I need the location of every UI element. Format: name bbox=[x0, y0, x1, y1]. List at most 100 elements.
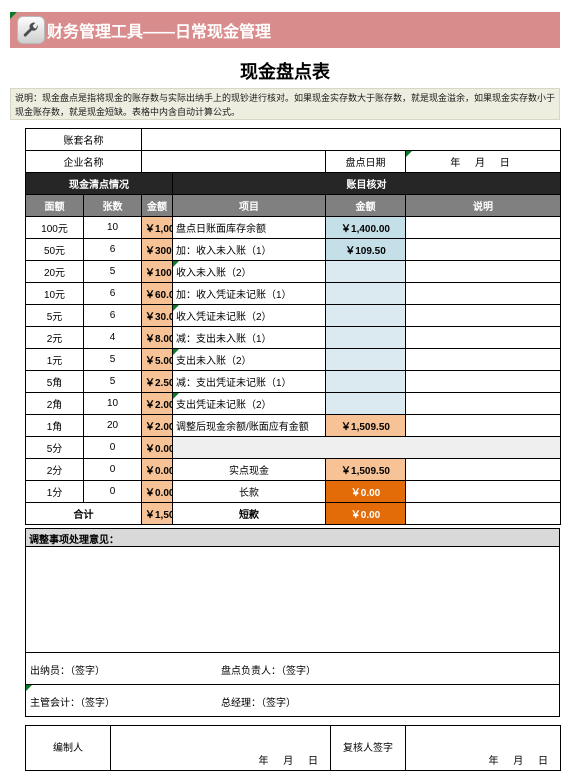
cash-inventory-page: 财务管理工具——日常现金管理 现金盘点表 说明：现金盘点是指将现金的账存数与实际… bbox=[0, 0, 570, 782]
cell-count[interactable]: 5 bbox=[83, 348, 142, 371]
cell-remark[interactable] bbox=[405, 282, 561, 305]
cell-item: 减：支出凭证未记账（1） bbox=[172, 370, 326, 393]
cell-denomination: 1元 bbox=[25, 348, 84, 371]
cell-amount2[interactable]: ￥1,509.50 bbox=[325, 458, 406, 481]
account-set-value[interactable] bbox=[141, 128, 561, 151]
cell-count[interactable]: 6 bbox=[83, 238, 142, 261]
total-amount2[interactable]: ￥0.00 bbox=[325, 502, 406, 525]
general-manager-signature[interactable]: 总经理：（签字） bbox=[221, 694, 296, 709]
col-header-amount: 金额 bbox=[141, 194, 173, 217]
cell-amount2[interactable] bbox=[325, 304, 406, 327]
cell-denomination: 2元 bbox=[25, 326, 84, 349]
row-column-headers: 面额 张数 金额 项目 金额 说明 bbox=[25, 194, 561, 217]
cell-remark[interactable] bbox=[405, 414, 561, 437]
table-row: 5元6￥30.00收入凭证未记账（2） bbox=[25, 304, 561, 327]
reviewer-label: 复核人签字 bbox=[330, 725, 406, 771]
adjustment-textarea[interactable] bbox=[25, 546, 560, 653]
cell-amount: ￥2.00 bbox=[141, 392, 173, 415]
cell-amount: ￥2.50 bbox=[141, 370, 173, 393]
cell-amount: ￥5.00 bbox=[141, 348, 173, 371]
cell-denomination: 1分 bbox=[25, 480, 84, 503]
total-amount: ￥1,509.50 bbox=[141, 502, 173, 525]
cell-amount: ￥300.00 bbox=[141, 238, 173, 261]
cell-amount2[interactable] bbox=[325, 282, 406, 305]
cell-amount2[interactable] bbox=[325, 370, 406, 393]
cell-remark[interactable] bbox=[405, 348, 561, 371]
preparer-label: 编制人 bbox=[25, 725, 111, 771]
cell-denomination: 2角 bbox=[25, 392, 84, 415]
cell-amount2[interactable] bbox=[325, 260, 406, 283]
cell-count[interactable]: 6 bbox=[83, 304, 142, 327]
cell-amount2[interactable] bbox=[325, 392, 406, 415]
banner-title: 财务管理工具——日常现金管理 bbox=[47, 24, 272, 41]
cell-item: 调整后现金余额/账面应有金额 bbox=[172, 414, 326, 437]
cell-remark[interactable] bbox=[405, 216, 561, 239]
cell-item: 收入未入账（2） bbox=[172, 260, 326, 283]
cell-count[interactable]: 20 bbox=[83, 414, 142, 437]
inventory-date-value[interactable]: 年 月 日 bbox=[405, 150, 561, 173]
cell-amount: ￥2.00 bbox=[141, 414, 173, 437]
comment-triangle-icon bbox=[26, 685, 32, 691]
cell-amount: ￥30.00 bbox=[141, 304, 173, 327]
cell-amount2[interactable] bbox=[325, 348, 406, 371]
chief-accountant-signature[interactable]: 主管会计：（签字） bbox=[30, 694, 115, 709]
group-header-right: 账目核对 bbox=[172, 172, 561, 195]
cell-item: 收入凭证未记账（2） bbox=[172, 304, 326, 327]
cell-remark[interactable] bbox=[405, 238, 561, 261]
cell-count[interactable]: 0 bbox=[83, 436, 142, 459]
cashier-signature[interactable]: 出纳员：（签字） bbox=[30, 662, 105, 677]
total-label: 合计 bbox=[25, 502, 142, 525]
total-remark[interactable] bbox=[405, 502, 561, 525]
row-account-set: 账套名称 bbox=[25, 128, 561, 151]
cell-item: 支出未入账（2） bbox=[172, 348, 326, 371]
cell-count[interactable]: 0 bbox=[83, 480, 142, 503]
col-header-denomination: 面额 bbox=[25, 194, 84, 217]
cell-remark[interactable] bbox=[405, 304, 561, 327]
reviewer-date[interactable]: 年 月 日 bbox=[405, 725, 561, 771]
company-value[interactable] bbox=[141, 150, 326, 173]
cell-count[interactable]: 6 bbox=[83, 282, 142, 305]
cell-count[interactable]: 4 bbox=[83, 326, 142, 349]
col-header-item: 项目 bbox=[172, 194, 326, 217]
cell-count[interactable]: 10 bbox=[83, 392, 142, 415]
cell-amount2[interactable]: ￥0.00 bbox=[325, 480, 406, 503]
cell-remark[interactable] bbox=[405, 480, 561, 503]
cell-remark[interactable] bbox=[405, 326, 561, 349]
cell-amount2[interactable] bbox=[325, 326, 406, 349]
cell-denomination: 5元 bbox=[25, 304, 84, 327]
cell-amount2[interactable]: ￥1,509.50 bbox=[325, 414, 406, 437]
cell-remark[interactable] bbox=[405, 260, 561, 283]
cell-count[interactable]: 10 bbox=[83, 216, 142, 239]
cell-count[interactable]: 0 bbox=[83, 458, 142, 481]
table-row: 20元5￥100.00收入未入账（2） bbox=[25, 260, 561, 283]
description-note: 说明：现金盘点是指将现金的账存数与实际出纳手上的现钞进行核对。如果现金实存数大于… bbox=[10, 88, 560, 120]
cell-remark[interactable] bbox=[405, 370, 561, 393]
cell-amount2[interactable]: ￥1,400.00 bbox=[325, 216, 406, 239]
cell-remark[interactable] bbox=[405, 392, 561, 415]
page-title: 现金盘点表 bbox=[240, 62, 330, 82]
cell-item: 支出凭证未记账（2） bbox=[172, 392, 326, 415]
table-row: 2分 0 ￥0.00 实点现金 ￥1,509.50 bbox=[25, 458, 561, 481]
cell-amount: ￥60.00 bbox=[141, 282, 173, 305]
col-header-remark: 说明 bbox=[405, 194, 561, 217]
table-row: 5分 0 ￥0.00 bbox=[25, 436, 561, 459]
cash-inventory-table: 账套名称 企业名称 盘点日期 年 月 日 现金清点情况 账目核对 面额 张数 金… bbox=[25, 128, 561, 525]
wrench-icon bbox=[17, 16, 45, 44]
signature-row-2: 主管会计：（签字） 总经理：（签字） bbox=[25, 685, 560, 717]
preparer-date[interactable]: 年 月 日 bbox=[110, 725, 331, 771]
inventory-date-label: 盘点日期 bbox=[325, 150, 406, 173]
preparer-date-text: 年 月 日 bbox=[258, 756, 324, 767]
app-banner: 财务管理工具——日常现金管理 bbox=[10, 12, 560, 48]
cell-denomination: 10元 bbox=[25, 282, 84, 305]
table-row-total: 合计￥1,509.50短款￥0.00 bbox=[25, 502, 561, 525]
cell-remark[interactable] bbox=[405, 458, 561, 481]
cell-item: 加：收入未入账（1） bbox=[172, 238, 326, 261]
cell-spacer bbox=[172, 436, 561, 459]
cell-item: 盘点日账面库存余额 bbox=[172, 216, 326, 239]
cell-count[interactable]: 5 bbox=[83, 370, 142, 393]
inventory-head-signature[interactable]: 盘点负责人：（签字） bbox=[221, 662, 316, 677]
cell-count[interactable]: 5 bbox=[83, 260, 142, 283]
cell-denomination: 20元 bbox=[25, 260, 84, 283]
cell-amount2[interactable]: ￥109.50 bbox=[325, 238, 406, 261]
table-row: 2元 4 ￥8.00 减：支出未入账（1） bbox=[25, 326, 561, 349]
